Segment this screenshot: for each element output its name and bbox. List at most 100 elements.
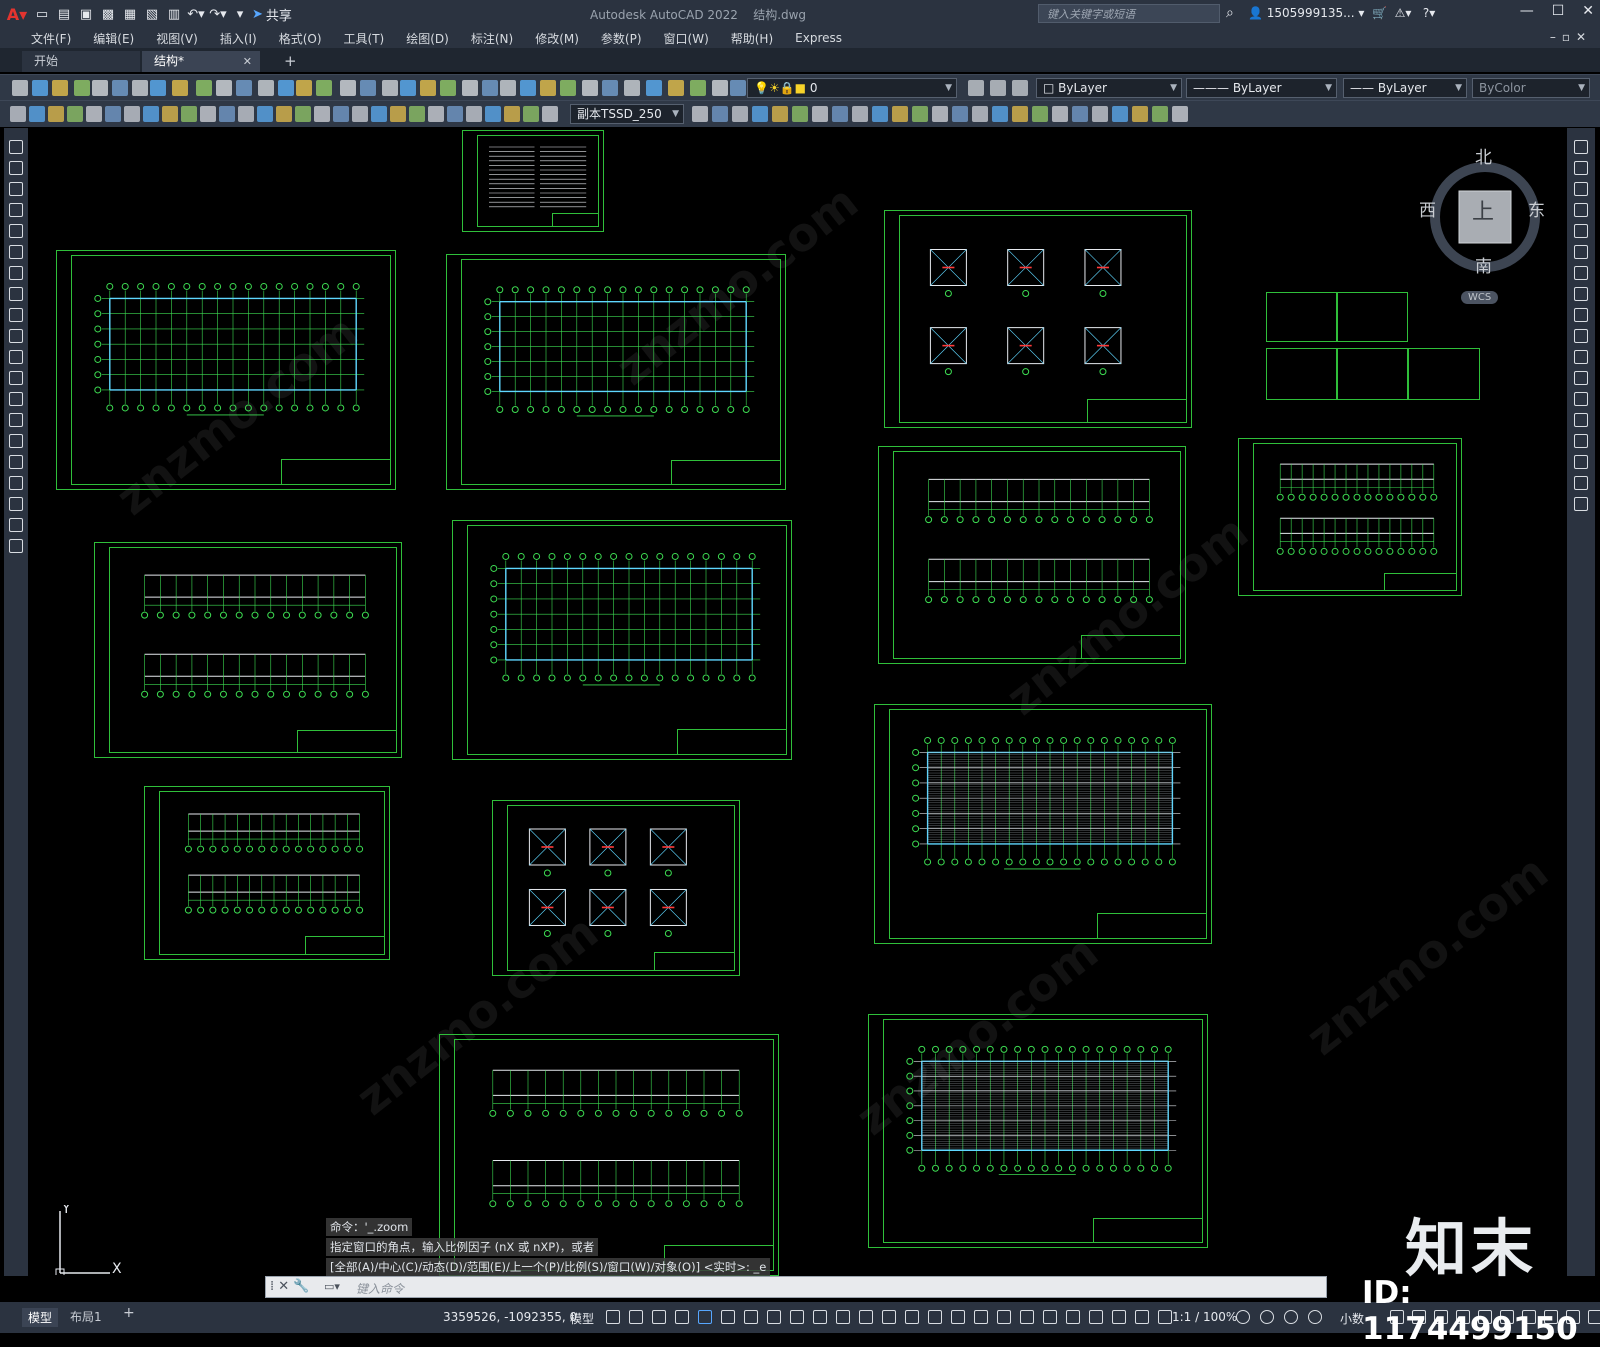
draw-command-icon[interactable]: [9, 476, 23, 490]
modify-tool-icon[interactable]: [952, 106, 968, 122]
draw-tool-icon[interactable]: [10, 106, 26, 122]
draw-tool-icon[interactable]: [504, 106, 520, 122]
draw-tool-icon[interactable]: [105, 106, 121, 122]
draw-tool-icon[interactable]: [333, 106, 349, 122]
save-as-icon[interactable]: ▩: [98, 4, 118, 24]
draw-tool-icon[interactable]: [485, 106, 501, 122]
status-toggle-icon[interactable]: [744, 1310, 758, 1324]
draw-tool-icon[interactable]: [219, 106, 235, 122]
draw-tool-icon[interactable]: [409, 106, 425, 122]
draw-tool-icon[interactable]: [257, 106, 273, 122]
menu-format[interactable]: 格式(O): [268, 30, 333, 47]
toolbar-tool-icon[interactable]: [216, 80, 232, 96]
draw-command-icon[interactable]: [9, 182, 23, 196]
status-toggle-icon[interactable]: [859, 1310, 873, 1324]
drawing-sheet[interactable]: [1336, 292, 1408, 342]
modify-command-icon[interactable]: [1574, 224, 1588, 238]
status-toggle-icon[interactable]: [1043, 1310, 1057, 1324]
layer-tool-icon[interactable]: [990, 80, 1006, 96]
toolbar-tool-icon[interactable]: [74, 80, 90, 96]
status-toggle-icon[interactable]: [882, 1310, 896, 1324]
user-account[interactable]: 👤 1505999135... ▾ 🛒 ⚠▾ ?▾: [1248, 6, 1435, 20]
draw-tool-icon[interactable]: [295, 106, 311, 122]
toolbar-tool-icon[interactable]: [132, 80, 148, 96]
text-style-dropdown[interactable]: 副本TSSD_250 ▼: [570, 104, 684, 124]
undo-icon[interactable]: ↶▾: [186, 4, 206, 24]
toolbar-tool-icon[interactable]: [316, 80, 332, 96]
drawing-sheet[interactable]: [878, 446, 1186, 664]
toolbar-tool-icon[interactable]: [172, 80, 188, 96]
modify-tool-icon[interactable]: [832, 106, 848, 122]
modify-tool-icon[interactable]: [1052, 106, 1068, 122]
status-toggle-icon[interactable]: [1135, 1310, 1149, 1324]
draw-command-icon[interactable]: [9, 140, 23, 154]
color-dropdown[interactable]: □ ByLayer ▼: [1036, 78, 1182, 98]
draw-tool-icon[interactable]: [447, 106, 463, 122]
drawing-sheet[interactable]: [1408, 348, 1480, 400]
web-save-icon[interactable]: ▧: [142, 4, 162, 24]
draw-command-icon[interactable]: [9, 329, 23, 343]
toolbar-tool-icon[interactable]: [296, 80, 312, 96]
draw-tool-icon[interactable]: [48, 106, 64, 122]
modify-command-icon[interactable]: [1574, 371, 1588, 385]
redo-icon[interactable]: ↷▾: [208, 4, 228, 24]
web-open-icon[interactable]: ▦: [120, 4, 140, 24]
modify-tool-icon[interactable]: [1032, 106, 1048, 122]
plotstyle-dropdown[interactable]: ByColor ▼: [1472, 78, 1590, 98]
draw-tool-icon[interactable]: [200, 106, 216, 122]
modify-command-icon[interactable]: [1574, 266, 1588, 280]
drawing-sheet[interactable]: [462, 130, 604, 232]
modify-command-icon[interactable]: [1574, 497, 1588, 511]
draw-tool-icon[interactable]: [276, 106, 292, 122]
status-toggle-icon[interactable]: [836, 1310, 850, 1324]
toolbar-tool-icon[interactable]: [196, 80, 212, 96]
toolbar-tool-icon[interactable]: [712, 80, 728, 96]
draw-command-icon[interactable]: [9, 266, 23, 280]
status-toggle-icon[interactable]: [1158, 1310, 1172, 1324]
modify-command-icon[interactable]: [1574, 245, 1588, 259]
draw-tool-icon[interactable]: [143, 106, 159, 122]
toolbar-tool-icon[interactable]: [560, 80, 576, 96]
menu-edit[interactable]: 编辑(E): [82, 30, 145, 47]
status-toggle-icon[interactable]: [1112, 1310, 1126, 1324]
status-toggle-icon[interactable]: [1236, 1310, 1250, 1324]
drawing-sheet[interactable]: [94, 542, 402, 758]
status-toggle-icon[interactable]: [767, 1310, 781, 1324]
viewcube-east[interactable]: 东: [1528, 196, 1545, 221]
draw-tool-icon[interactable]: [124, 106, 140, 122]
modify-command-icon[interactable]: [1574, 455, 1588, 469]
drawing-sheet[interactable]: [452, 520, 792, 760]
modify-command-icon[interactable]: [1574, 413, 1588, 427]
status-toggle-icon[interactable]: [698, 1310, 712, 1324]
drawing-sheet[interactable]: [1266, 292, 1338, 342]
command-recent-icon[interactable]: ▭▾: [324, 1280, 340, 1293]
status-toggle-icon[interactable]: [813, 1310, 827, 1324]
tab-model-layout[interactable]: 模型: [22, 1308, 59, 1327]
status-toggle-icon[interactable]: [790, 1310, 804, 1324]
viewcube-top-face[interactable]: 上: [1472, 194, 1494, 226]
draw-command-icon[interactable]: [9, 203, 23, 217]
status-toggle-icon[interactable]: [997, 1310, 1011, 1324]
modify-command-icon[interactable]: [1574, 392, 1588, 406]
toolbar-tool-icon[interactable]: [690, 80, 706, 96]
drawing-canvas[interactable]: znzmo.com znzmo.com znzmo.com znzmo.com …: [32, 128, 1566, 1276]
menu-insert[interactable]: 插入(I): [209, 30, 268, 47]
draw-command-icon[interactable]: [9, 308, 23, 322]
model-space-button[interactable]: 模型: [570, 1310, 594, 1327]
tab-start[interactable]: 开始: [22, 51, 140, 72]
customize-qat-icon[interactable]: ▾: [230, 4, 250, 24]
modify-tool-icon[interactable]: [1132, 106, 1148, 122]
toolbar-tool-icon[interactable]: [668, 80, 684, 96]
toolbar-tool-icon[interactable]: [646, 80, 662, 96]
menu-parametric[interactable]: 参数(P): [590, 30, 653, 47]
modify-tool-icon[interactable]: [812, 106, 828, 122]
coordinate-readout[interactable]: 3359526, -1092355, 0: [443, 1310, 577, 1324]
modify-tool-icon[interactable]: [912, 106, 928, 122]
drawing-sheet[interactable]: [492, 800, 740, 976]
wcs-badge[interactable]: WCS: [1461, 291, 1499, 304]
toolbar-tool-icon[interactable]: [236, 80, 252, 96]
draw-command-icon[interactable]: [9, 455, 23, 469]
modify-tool-icon[interactable]: [1072, 106, 1088, 122]
menu-file[interactable]: 文件(F): [20, 30, 82, 47]
tab-structure[interactable]: 结构* ✕: [142, 51, 260, 72]
